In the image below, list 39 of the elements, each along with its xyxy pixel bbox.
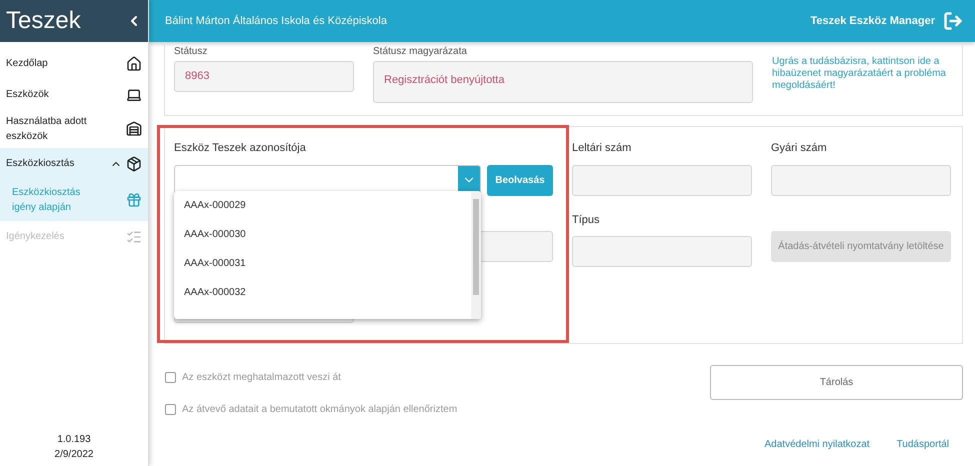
sidebar-item[interactable]: Eszközkiosztás (0, 148, 148, 179)
field-label: Státusz (174, 45, 208, 59)
sidebar-item[interactable]: Kezdőlap (0, 48, 148, 79)
dropdown-option[interactable]: AAAx-000031 (174, 249, 471, 278)
field-label: Leltári szám (572, 141, 632, 156)
gift-icon (126, 192, 142, 208)
checkbox-label: Az eszközt meghatalmazott veszi át (182, 371, 341, 385)
app-name: Teszek Eszköz Manager (810, 14, 935, 29)
field-label: Gyári szám (771, 141, 828, 156)
laptop-icon (126, 86, 142, 102)
footer-link[interactable]: Tudásportál (896, 437, 949, 452)
version-text: 1.0.193 (57, 433, 91, 447)
dropdown-option[interactable]: AAAx-000032 (174, 278, 471, 307)
field-label: Típus (572, 212, 601, 228)
dropdown-option[interactable]: AAAx-000030 (174, 220, 471, 249)
status-field: 8963 (174, 61, 354, 92)
dropdown-option[interactable]: AAAx-000029 (174, 191, 471, 220)
scrollbar[interactable] (471, 191, 481, 319)
checkbox[interactable] (165, 404, 176, 415)
status-explanation-field: Regisztrációt benyújtotta (373, 61, 753, 103)
inventory-number-field[interactable] (572, 164, 752, 196)
date-text: 2/9/2022 (54, 448, 94, 462)
dropdown-toggle[interactable] (458, 166, 480, 194)
checklist-icon (126, 228, 142, 244)
checkbox-label: Az átvevő adatait a bemutatott okmányok alapján ellenőriztem (182, 403, 458, 417)
package-icon (126, 156, 142, 172)
save-button[interactable]: Tárolás (710, 365, 963, 400)
school-name: Bálint Márton Általános Iskola és Középiskola (165, 14, 387, 29)
home-icon (126, 56, 142, 72)
serial-number-field[interactable] (771, 164, 951, 196)
logout-icon[interactable] (943, 11, 963, 31)
sidebar-item[interactable]: Eszközök (0, 79, 148, 110)
sidebar-item[interactable]: Használatba adott eszközök (0, 110, 148, 148)
type-field[interactable] (572, 236, 752, 267)
footer-link[interactable]: Adatvédelmi nyilatkozat (764, 437, 870, 452)
field-label: Eszköz Teszek azonosítója (174, 141, 307, 156)
app-logo-title: Teszek (6, 6, 81, 36)
checkbox[interactable] (165, 372, 176, 383)
field-label: Státusz magyarázata (373, 45, 468, 59)
